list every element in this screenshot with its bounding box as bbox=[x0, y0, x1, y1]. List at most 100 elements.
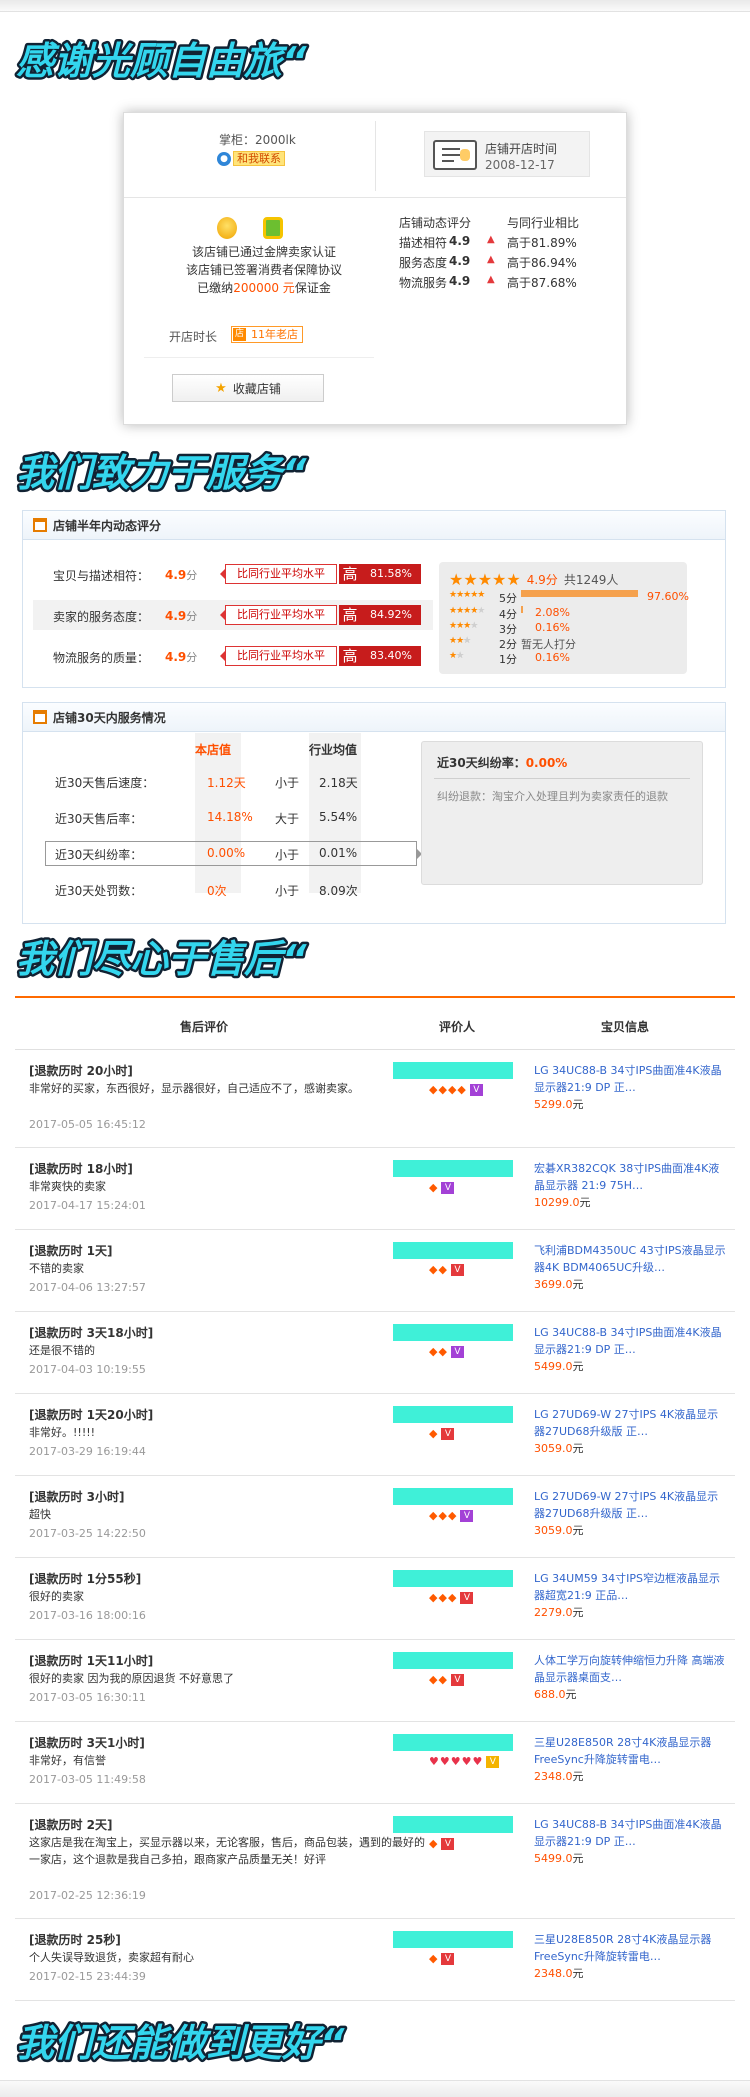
col-industry-header: 行业均值 bbox=[309, 743, 358, 757]
reviewer-credit: ◆ ◆ V bbox=[429, 1263, 464, 1276]
item-price: 5499.0元 bbox=[534, 1360, 584, 1373]
shop-info-card: 掌柜：2000lk ● 和我联系 店铺开店时间 2008-12-17 该店铺已通… bbox=[123, 112, 627, 425]
diamond-icon: ◆ bbox=[447, 1509, 457, 1522]
review-date: 2017-03-29 16:19:44 bbox=[29, 1445, 146, 1458]
refund-duration: [退款历时 3天18小时] bbox=[29, 1326, 154, 1340]
review-row: [退款历时 18小时] 非常爽快的卖家 2017-04-17 15:24:01 ◆ V 宏… bbox=[15, 1148, 735, 1230]
rating-stars-icon: ★★★★★ bbox=[449, 570, 521, 589]
cert-line: 该店铺已签署消费者保障协议 bbox=[185, 263, 342, 277]
review-row: [退款历时 3小时] 超快 2017-03-25 14:22:50 ◆ ◆ ◆ V LG 27… bbox=[15, 1476, 735, 1558]
review-row: [退款历时 1天] 不错的卖家 2017-04-06 13:27:57 ◆ ◆ V 飞利浦B… bbox=[15, 1230, 735, 1312]
vip-icon: V bbox=[486, 1755, 500, 1768]
diamond-icon: ◆ bbox=[457, 1083, 466, 1096]
service-row: 近30天售后速度： 1.12天 小于 2.18天 bbox=[55, 776, 358, 790]
item-price: 2279.0元 bbox=[534, 1606, 584, 1619]
service-row: 近30天处罚数： 0次 小于 8.09次 bbox=[55, 884, 358, 898]
refund-duration: [退款历时 3天1小时] bbox=[29, 1736, 145, 1750]
favorite-shop-button[interactable]: ★ 收藏店铺 bbox=[172, 374, 324, 402]
contact-label: 和我联系 bbox=[233, 151, 285, 166]
vip-icon: V bbox=[450, 1673, 464, 1686]
item-link[interactable]: 宏碁XR382CQK 38寸IPS曲面准4K液晶显示器 21:9 75H… bbox=[534, 1160, 729, 1194]
distribution-row: ★★★★ ★ 4分 2.08% bbox=[449, 606, 570, 621]
calendar-icon bbox=[33, 710, 47, 724]
diamond-icon: ◆ bbox=[429, 1673, 438, 1686]
item-link[interactable]: LG 34UC88-B 34寸IPS曲面准4K液晶显示器21:9 DP 正… bbox=[534, 1062, 729, 1096]
review-text: 非常好，有信誉 bbox=[29, 1754, 106, 1767]
up-arrow-icon: ▲ bbox=[487, 234, 495, 245]
banner-aftersale: 我们尽心于售后“ bbox=[12, 932, 432, 983]
half-year-rating-panel: 店铺半年内动态评分 宝贝与描述相符： 4.9分 比同行业平均水平 高 81.58… bbox=[22, 510, 726, 688]
item-link[interactable]: 飞利浦BDM4350UC 43寸IPS液晶显示器4K BDM4065UC升级… bbox=[534, 1242, 729, 1276]
diamond-icon: ◆ bbox=[438, 1083, 447, 1096]
banner-thanks: 感谢光顾自由旅“ bbox=[12, 34, 432, 85]
refund-duration: [退款历时 1天] bbox=[29, 1244, 113, 1258]
review-text: 个人失误导致退货，卖家超有耐心 bbox=[29, 1951, 194, 1964]
item-link[interactable]: LG 34UM59 34寸IPS窄边框液晶显示器超宽21:9 正品… bbox=[534, 1570, 729, 1604]
header-reviewer: 评价人 bbox=[439, 1020, 476, 1034]
diamond-icon: ◆ bbox=[429, 1427, 438, 1440]
reviewer-name-masked bbox=[393, 1734, 513, 1751]
review-date: 2017-03-05 11:49:58 bbox=[29, 1773, 146, 1786]
up-arrow-icon: ▲ bbox=[487, 254, 495, 265]
item-link[interactable]: 人体工学万向旋转伸缩恒力升降 高端液晶显示器桌面支… bbox=[534, 1652, 729, 1686]
vip-icon: V bbox=[469, 1083, 483, 1096]
item-link[interactable]: LG 34UC88-B 34寸IPS曲面准4K液晶显示器21:9 DP 正… bbox=[534, 1816, 729, 1850]
item-price: 2348.0元 bbox=[534, 1770, 584, 1783]
deposit-line: 已缴纳200000 元保证金 bbox=[197, 281, 331, 295]
item-price: 688.0元 bbox=[534, 1688, 577, 1701]
review-row: [退款历时 3天18小时] 还是很不错的 2017-04-03 10:19:55 ◆ ◆… bbox=[15, 1312, 735, 1394]
stars-icon: ★★★★★ bbox=[449, 606, 485, 616]
vip-icon: V bbox=[460, 1509, 474, 1522]
reviewer-name-masked bbox=[393, 1931, 513, 1948]
open-time-label: 店铺开店时间 bbox=[485, 142, 558, 156]
heart-icon: ♥ bbox=[429, 1755, 439, 1768]
diamond-icon: ◆ bbox=[438, 1263, 447, 1276]
col-shop-header: 本店值 bbox=[195, 743, 232, 757]
open-time-box: 店铺开店时间 2008-12-17 bbox=[424, 131, 590, 177]
refund-duration: [退款历时 3小时] bbox=[29, 1490, 125, 1504]
heart-icon: ♥ bbox=[439, 1755, 450, 1768]
banner-text: 感谢光顾自由旅“ bbox=[16, 39, 307, 83]
banner-better: 我们还能做到更好“ bbox=[12, 2016, 432, 2067]
item-link[interactable]: LG 27UD69-W 27寸IPS 4K液晶显示器27UD68升级版 正… bbox=[534, 1488, 729, 1522]
distribution-row: ★★★ ★ ★ 3分 0.16% bbox=[449, 621, 570, 636]
review-text: 很好的卖家 bbox=[29, 1590, 84, 1603]
item-link[interactable]: LG 27UD69-W 27寸IPS 4K液晶显示器27UD68升级版 正… bbox=[534, 1406, 729, 1440]
cert-line: 该店铺已通过金牌卖家认证 bbox=[191, 245, 336, 259]
refund-duration: [退款历时 25秒] bbox=[29, 1933, 121, 1947]
review-text: 还是很不错的 bbox=[29, 1344, 95, 1357]
banner-text: 我们还能做到更好“ bbox=[16, 2021, 345, 2065]
review-text: 很好的卖家 因为我的原因退货 不好意思了 bbox=[29, 1672, 234, 1685]
distribution-row: ★★ ★ ★ ★ 2分 暂无人打分 bbox=[449, 636, 576, 651]
diamond-icon: ◆ bbox=[447, 1591, 457, 1604]
vip-icon: V bbox=[460, 1591, 474, 1604]
review-row: [退款历时 1天20小时] 非常好。!!!!! 2017-03-29 16:19:4… bbox=[15, 1394, 735, 1476]
diamond-icon: ◆ bbox=[438, 1509, 447, 1522]
reviewer-credit: ◆ ◆ V bbox=[429, 1345, 464, 1358]
open-length-tag: 店 11年老店 bbox=[231, 326, 303, 343]
review-row: [退款历时 1天11小时] 很好的卖家 因为我的原因退货 不好意思了 2017-03… bbox=[15, 1640, 735, 1722]
review-text: 非常好的买家，东西很好，显示器很好，自己适应不了，感谢卖家。 bbox=[29, 1082, 359, 1095]
diamond-icon: ◆ bbox=[429, 1591, 438, 1604]
star-icon: ★ bbox=[215, 380, 227, 396]
contact-seller-button[interactable]: ● 和我联系 bbox=[217, 151, 285, 166]
reviewer-name-masked bbox=[393, 1488, 513, 1505]
reviewer-name-masked bbox=[393, 1406, 513, 1423]
reviewer-credit: ◆ V bbox=[429, 1427, 455, 1440]
item-link[interactable]: 三星U28E850R 28寸4K液晶显示器FreeSync升降旋转雷电… bbox=[534, 1734, 729, 1768]
banner-service: 我们致力于服务“ bbox=[12, 446, 432, 497]
dispute-value: 0.00% bbox=[525, 756, 568, 770]
vip-icon: V bbox=[441, 1427, 455, 1440]
review-date: 2017-04-17 15:24:01 bbox=[29, 1199, 146, 1212]
reviewer-credit: ◆ ◆ V bbox=[429, 1673, 464, 1686]
distribution-row: ★ ★ ★ ★ ★ 1分 0.16% bbox=[449, 651, 570, 666]
review-row: [退款历时 2天] 这家店是我在淘宝上，买显示器以来，无论客服，售后，商品包装，遇… bbox=[15, 1804, 735, 1919]
review-text: 这家店是我在淘宝上，买显示器以来，无论客服，售后，商品包装，遇到的最好的一家店，… bbox=[29, 1836, 425, 1866]
diamond-icon: ◆ bbox=[429, 1837, 438, 1850]
refund-duration: [退款历时 2天] bbox=[29, 1818, 113, 1832]
rating-row: 服务态度 4.9 ▲ 高于86.94% bbox=[399, 254, 577, 270]
review-row: [退款历时 3天1小时] 非常好，有信誉 2017-03-05 11:49:58 ♥ ♥… bbox=[15, 1722, 735, 1804]
item-link[interactable]: 三星U28E850R 28寸4K液晶显示器FreeSync升降旋转雷电… bbox=[534, 1931, 729, 1965]
refund-duration: [退款历时 1分55秒] bbox=[29, 1572, 142, 1586]
item-link[interactable]: LG 34UC88-B 34寸IPS曲面准4K液晶显示器21:9 DP 正… bbox=[534, 1324, 729, 1358]
